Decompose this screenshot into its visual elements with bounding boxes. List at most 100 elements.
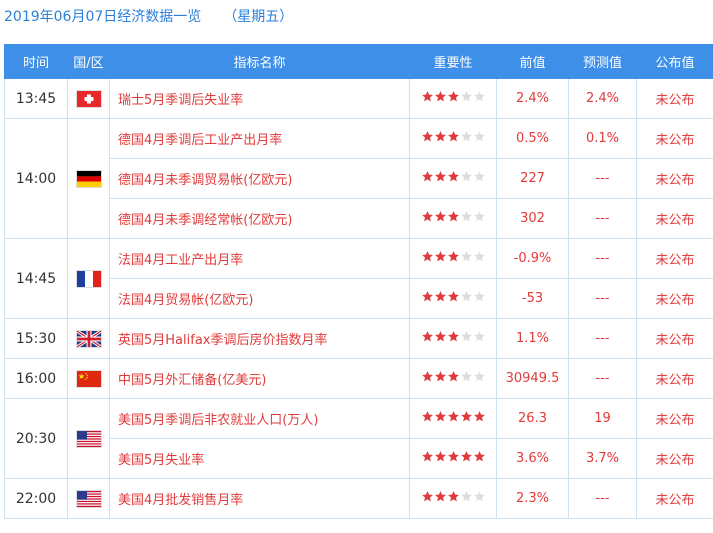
indicator-link[interactable]: 德国4月季调后工业产出月率 <box>118 133 282 148</box>
importance-cell <box>409 78 497 119</box>
previous-value: 2.4% <box>496 78 569 119</box>
star-filled-icon <box>447 90 460 103</box>
country-cell <box>67 358 110 399</box>
usa-flag-icon <box>75 429 102 448</box>
star-empty-icon <box>473 130 486 143</box>
indicator-link[interactable]: 美国5月季调后非农就业人口(万人) <box>118 413 318 428</box>
actual-value: 未公布 <box>636 478 713 519</box>
previous-value: 227 <box>496 158 569 199</box>
importance-cell <box>409 318 497 359</box>
star-empty-icon <box>473 330 486 343</box>
header-importance: 重要性 <box>409 44 497 79</box>
indicator-link[interactable]: 瑞士5月季调后失业率 <box>118 93 243 108</box>
star-empty-icon <box>460 210 473 223</box>
time-cell: 16:00 <box>4 358 68 399</box>
header-time: 时间 <box>4 44 68 79</box>
indicator-link[interactable]: 德国4月未季调贸易帐(亿欧元) <box>118 173 292 188</box>
table-row: 16:00 中国5月外汇储备(亿美元) 30949.5 --- 未公布 <box>4 358 713 399</box>
table-row: 15:30 英国5月Halifax季调后房价指数月率 1.1% --- 未公布 <box>4 318 713 359</box>
previous-value: 3.6% <box>496 438 569 479</box>
importance-cell <box>409 198 497 239</box>
previous-value: 302 <box>496 198 569 239</box>
indicator-link[interactable]: 法国4月工业产出月率 <box>118 253 243 268</box>
time-cell: 14:00 <box>4 118 68 239</box>
star-filled-icon <box>434 370 447 383</box>
star-filled-icon <box>447 450 460 463</box>
star-empty-icon <box>460 370 473 383</box>
country-cell <box>67 78 110 119</box>
country-cell <box>67 118 110 239</box>
star-filled-icon <box>421 450 434 463</box>
table-row: 法国4月贸易帐(亿欧元) -53 --- 未公布 <box>5 278 713 319</box>
indicator-link[interactable]: 中国5月外汇储备(亿美元) <box>118 373 266 388</box>
star-filled-icon <box>434 170 447 183</box>
indicator-cell: 瑞士5月季调后失业率 <box>109 78 410 119</box>
actual-value: 未公布 <box>636 198 713 239</box>
uk-flag-icon <box>75 329 102 348</box>
star-empty-icon <box>460 90 473 103</box>
star-filled-icon <box>434 130 447 143</box>
previous-value: 1.1% <box>496 318 569 359</box>
forecast-value: --- <box>568 238 637 279</box>
table-row: 20:30 美国5月季调后非农就业人口(万人) 26.3 19 未公布 <box>4 398 713 479</box>
time-cell: 15:30 <box>4 318 68 359</box>
title-weekday: （星期五） <box>223 9 294 25</box>
title-date: 2019年06月07日经济数据一览 <box>4 9 202 25</box>
star-empty-icon <box>460 130 473 143</box>
indicator-link[interactable]: 美国4月批发销售月率 <box>118 493 243 508</box>
importance-cell <box>409 118 497 159</box>
star-filled-icon <box>447 250 460 263</box>
indicator-cell: 德国4月未季调经常帐(亿欧元) <box>109 198 410 239</box>
star-filled-icon <box>447 370 460 383</box>
star-filled-icon <box>421 250 434 263</box>
star-filled-icon <box>434 250 447 263</box>
star-filled-icon <box>447 130 460 143</box>
star-filled-icon <box>421 490 434 503</box>
star-filled-icon <box>421 290 434 303</box>
table-row: 美国5月失业率 3.6% 3.7% 未公布 <box>5 438 713 479</box>
page-title: 2019年06月07日经济数据一览 （星期五） <box>4 6 293 28</box>
star-filled-icon <box>434 290 447 303</box>
indicator-link[interactable]: 德国4月未季调经常帐(亿欧元) <box>118 213 292 228</box>
star-empty-icon <box>460 490 473 503</box>
star-filled-icon <box>460 410 473 423</box>
indicator-link[interactable]: 英国5月Halifax季调后房价指数月率 <box>118 333 327 348</box>
table-body: 13:45 瑞士5月季调后失业率 2.4% 2.4% 未公布 14:00 德国4月季调后工业… <box>4 78 713 519</box>
actual-value: 未公布 <box>636 318 713 359</box>
previous-value: 30949.5 <box>496 358 569 399</box>
forecast-value: --- <box>568 358 637 399</box>
importance-cell <box>409 438 497 479</box>
indicator-link[interactable]: 法国4月贸易帐(亿欧元) <box>118 293 253 308</box>
star-empty-icon <box>473 250 486 263</box>
forecast-value: 2.4% <box>568 78 637 119</box>
table-row: 14:00 德国4月季调后工业产出月率 0.5% 0.1% 未公布 <box>4 118 713 239</box>
star-filled-icon <box>421 330 434 343</box>
forecast-value: 3.7% <box>568 438 637 479</box>
country-cell <box>67 238 110 319</box>
previous-value: -0.9% <box>496 238 569 279</box>
star-filled-icon <box>460 450 473 463</box>
star-filled-icon <box>434 90 447 103</box>
header-country: 国/区 <box>67 44 110 79</box>
star-filled-icon <box>447 490 460 503</box>
table-row: 13:45 瑞士5月季调后失业率 2.4% 2.4% 未公布 <box>4 78 713 119</box>
previous-value: -53 <box>496 278 569 319</box>
table-row: 德国4月未季调经常帐(亿欧元) 302 --- 未公布 <box>5 198 713 239</box>
importance-cell <box>409 358 497 399</box>
header-actual: 公布值 <box>636 44 713 79</box>
star-empty-icon <box>473 490 486 503</box>
star-filled-icon <box>447 170 460 183</box>
france-flag-icon <box>75 269 102 288</box>
header-indicator: 指标名称 <box>109 44 410 79</box>
star-filled-icon <box>447 330 460 343</box>
star-filled-icon <box>447 290 460 303</box>
star-filled-icon <box>434 410 447 423</box>
indicator-cell: 德国4月未季调贸易帐(亿欧元) <box>109 158 410 199</box>
country-cell <box>67 318 110 359</box>
table-row: 22:00 美国4月批发销售月率 2.3% --- 未公布 <box>4 478 713 519</box>
indicator-cell: 法国4月贸易帐(亿欧元) <box>109 278 410 319</box>
indicator-link[interactable]: 美国5月失业率 <box>118 453 204 468</box>
star-empty-icon <box>473 170 486 183</box>
actual-value: 未公布 <box>636 118 713 159</box>
actual-value: 未公布 <box>636 78 713 119</box>
